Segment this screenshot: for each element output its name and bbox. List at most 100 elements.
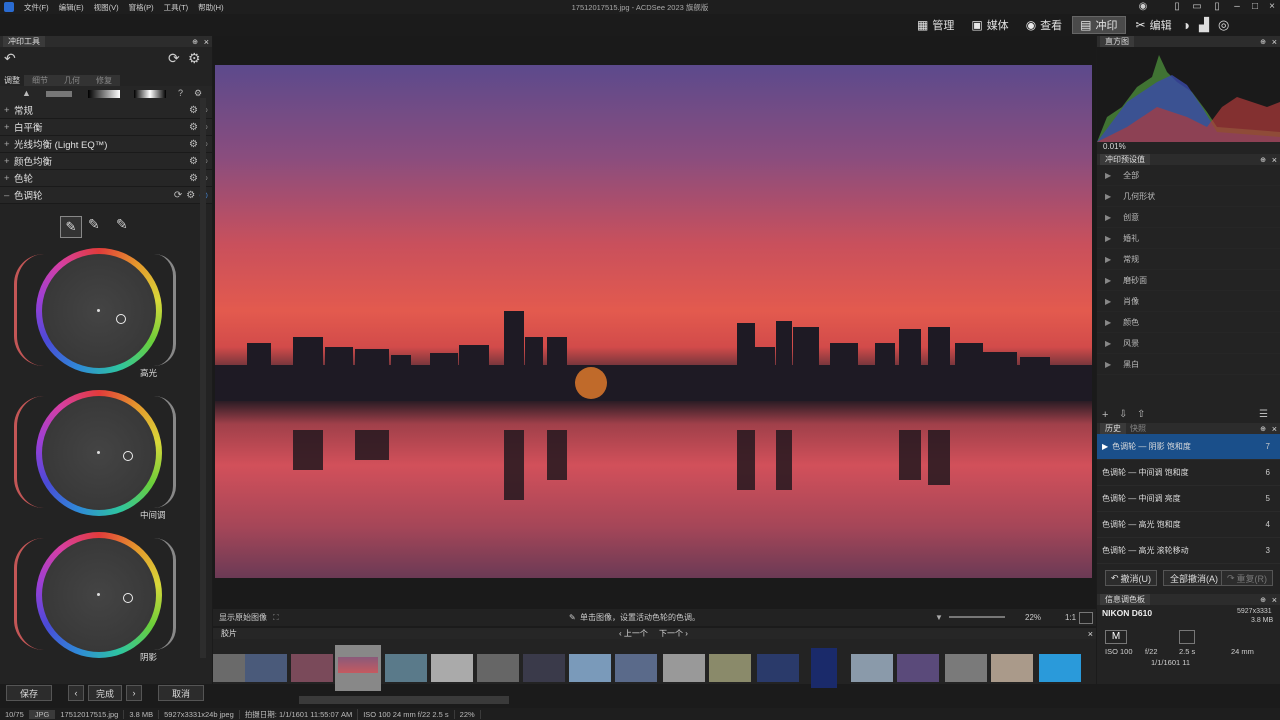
close-icon[interactable]: × (1272, 595, 1277, 605)
zoom-slider[interactable] (949, 616, 1005, 618)
close-icon[interactable]: × (1272, 424, 1277, 434)
redo-button[interactable]: ↷ 重复(R) (1221, 570, 1273, 586)
pin-icon[interactable]: ⊕ (1260, 156, 1266, 164)
tab-history[interactable]: 历史 (1100, 423, 1126, 434)
color-wheel[interactable] (36, 532, 162, 658)
color-wheel[interactable] (36, 248, 162, 374)
reset-icon[interactable]: ⟳ (168, 50, 180, 67)
thumbnail-selected[interactable] (335, 645, 381, 691)
thumbnail[interactable] (291, 654, 333, 682)
undo-all-button[interactable]: 全部撤消(A) (1163, 570, 1225, 586)
thumbnail[interactable] (945, 654, 987, 682)
eyedropper-shadow-icon[interactable]: ✎ (116, 216, 128, 233)
undo-arrow-icon[interactable]: ↶ (4, 50, 16, 67)
mode-edit[interactable]: ✂ 编辑 (1129, 16, 1179, 34)
maximize-icon[interactable]: □ (1248, 1, 1262, 12)
preset-color[interactable]: ▶ 颜色 (1097, 312, 1280, 333)
list-icon[interactable]: ☰ (1259, 409, 1268, 420)
365-icon[interactable]: ◎ (1218, 17, 1229, 33)
help-icon[interactable]: ? (178, 88, 183, 98)
preset-bw[interactable]: ▶ 黑白 (1097, 354, 1280, 375)
preset-matte[interactable]: ▶ 磨砂面 (1097, 270, 1280, 291)
thumbnail[interactable] (523, 654, 565, 682)
pin-icon[interactable]: ⊕ (192, 38, 198, 46)
next-button[interactable]: › (126, 685, 142, 701)
history-item[interactable]: 色调轮 — 中间调 亮度 5 (1097, 486, 1280, 512)
add-icon[interactable]: + (1102, 409, 1108, 421)
mode-media[interactable]: ▣ 媒体 (964, 16, 1015, 34)
thumbnail[interactable] (663, 654, 705, 682)
thumbnail[interactable] (431, 654, 473, 682)
menu-tools[interactable]: 工具(T) (164, 2, 189, 13)
thumbnail[interactable] (385, 654, 427, 682)
show-original-button[interactable]: 显示原始图像 (213, 612, 267, 623)
photo-canvas[interactable] (215, 65, 1092, 578)
preset-general[interactable]: ▶ 常规 (1097, 249, 1280, 270)
brightness-arc[interactable] (154, 538, 176, 650)
wheel-knob[interactable] (116, 314, 126, 324)
thumbnail[interactable] (709, 654, 751, 682)
tab-detail[interactable]: 细节 (24, 75, 56, 86)
luminance-icon[interactable]: ◑ (1182, 17, 1190, 33)
history-item[interactable]: ▶ 色调轮 — 阴影 饱和度 7 (1097, 434, 1280, 460)
layout2-icon[interactable]: ▭ (1190, 1, 1204, 12)
thumbnail[interactable] (851, 654, 893, 682)
settings-icon[interactable]: ⚙ (188, 50, 201, 67)
preset-geometry[interactable]: ▶ 几何形状 (1097, 186, 1280, 207)
tab-adjust[interactable]: 调整 (0, 75, 24, 86)
close-icon[interactable]: × (1272, 155, 1277, 165)
section-white-balance[interactable]: +白平衡⚙○ (0, 119, 212, 136)
preset-all[interactable]: ▶ 全部 (1097, 165, 1280, 186)
eyedropper-highlight-icon[interactable]: ✎ (60, 216, 82, 238)
shadow-wheel[interactable]: 阴影 (14, 528, 184, 668)
pin-icon[interactable]: ⊕ (1260, 425, 1266, 433)
thumbnail[interactable] (1039, 654, 1081, 682)
cancel-button[interactable]: 取消 (158, 685, 204, 701)
prev-image-button[interactable]: ‹ 上一个 (619, 628, 648, 639)
gear-icon[interactable]: ⚙ (189, 105, 198, 116)
preset-wedding[interactable]: ▶ 婚礼 (1097, 228, 1280, 249)
thumbnail[interactable] (757, 654, 799, 682)
gear-icon[interactable]: ⚙ (189, 139, 198, 150)
minimize-icon[interactable]: – (1230, 1, 1244, 12)
mode-develop[interactable]: ▤ 冲印 (1072, 16, 1126, 34)
menu-help[interactable]: 帮助(H) (198, 2, 223, 13)
gear-icon[interactable]: ⚙ (189, 173, 198, 184)
fit-icon[interactable] (1079, 611, 1093, 624)
eyedropper-mid-icon[interactable]: ✎ (88, 216, 100, 233)
dashboard-icon[interactable]: ▟ (1199, 17, 1209, 33)
section-light-eq[interactable]: +光线均衡 (Light EQ™)⚙○ (0, 136, 212, 153)
pin-icon[interactable]: ⊕ (1260, 38, 1266, 46)
gradient2-icon[interactable] (134, 90, 166, 98)
preset-portrait[interactable]: ▶ 肖像 (1097, 291, 1280, 312)
actual-size-button[interactable]: 1:1 (1065, 613, 1076, 622)
wheel-knob[interactable] (123, 593, 133, 603)
close-icon[interactable]: × (1272, 37, 1277, 47)
section-color-wheel[interactable]: +色轮⚙○ (0, 170, 212, 187)
layout3-icon[interactable]: ▯ (1210, 1, 1224, 12)
close-icon[interactable]: × (1265, 1, 1279, 12)
history-item[interactable]: 色调轮 — 中间调 饱和度 6 (1097, 460, 1280, 486)
tab-geometry[interactable]: 几何 (56, 75, 88, 86)
menu-pane[interactable]: 窗格(P) (129, 2, 154, 13)
section-color-balance[interactable]: +颜色均衡⚙○ (0, 153, 212, 170)
color-wheel[interactable] (36, 390, 162, 516)
midtone-wheel[interactable]: 中间调 (14, 386, 184, 526)
section-tone-wheels[interactable]: –色调轮⟳⚙◉ (0, 187, 212, 204)
close-icon[interactable]: × (204, 37, 209, 47)
mode-manage[interactable]: ▦ 管理 (910, 16, 961, 34)
section-general[interactable]: +常规⚙○ (0, 102, 212, 119)
zoom-dropdown-icon[interactable]: ▼ (935, 613, 943, 622)
history-item[interactable]: 色调轮 — 高光 滚轮移动 3 (1097, 538, 1280, 564)
export-icon[interactable]: ⇧ (1137, 409, 1145, 420)
highlight-wheel[interactable]: 高光 (14, 244, 184, 384)
thumbnail[interactable] (991, 654, 1033, 682)
preset-creative[interactable]: ▶ 创意 (1097, 207, 1280, 228)
gradient-icon[interactable] (88, 90, 120, 98)
thumbnail[interactable] (477, 654, 519, 682)
next-image-button[interactable]: 下一个 › (659, 628, 688, 639)
mode-view[interactable]: ◉ 查看 (1019, 16, 1069, 34)
slider-icon[interactable] (46, 91, 72, 97)
wheel-knob[interactable] (123, 451, 133, 461)
close-icon[interactable]: × (1088, 629, 1093, 639)
